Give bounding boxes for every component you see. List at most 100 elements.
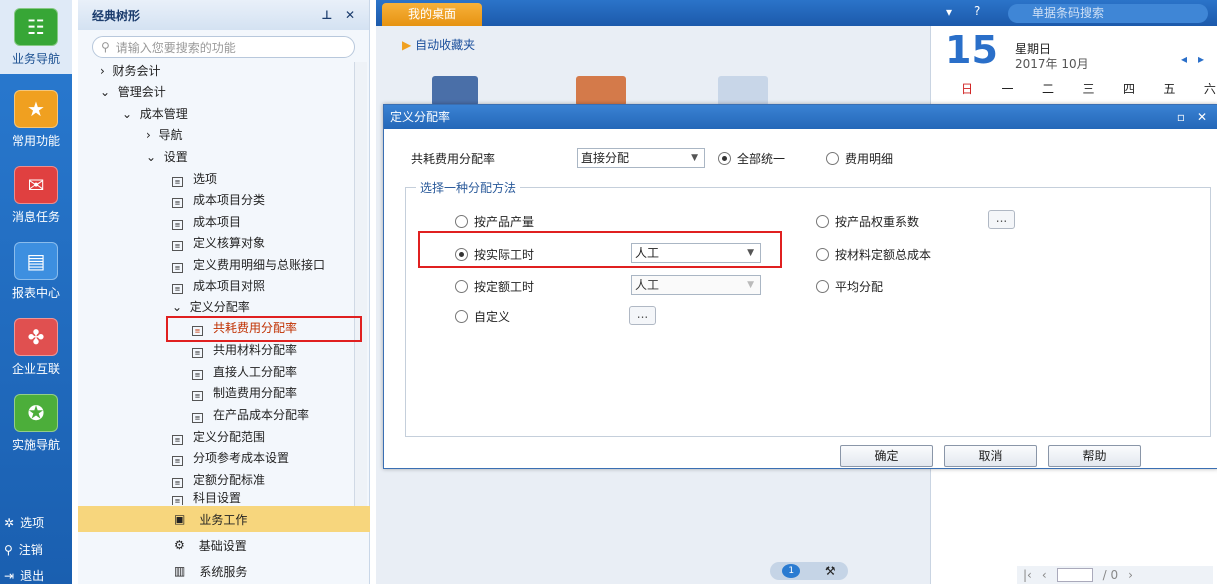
radio-dot xyxy=(455,280,468,293)
tree-item-material-rate[interactable]: ≡ 共用材料分配率 xyxy=(192,340,297,361)
tree-item-accounting-object[interactable]: ≡ 定义核算对象 xyxy=(172,233,265,254)
tree-item-settings[interactable]: ⌄ 设置 xyxy=(146,147,188,168)
maximize-icon[interactable]: ▫ xyxy=(1177,105,1185,129)
custom-ellipsis-button[interactable]: ... xyxy=(629,306,656,325)
cancel-button[interactable]: 取消 xyxy=(944,445,1037,467)
tree-item-finance[interactable]: › 财务会计 xyxy=(100,61,160,82)
calendar-month: 2017年 10月 xyxy=(1015,57,1089,71)
radio-dot xyxy=(455,310,468,323)
menu-label: 业务工作 xyxy=(199,512,248,527)
radio-all-unified[interactable]: 全部统一 xyxy=(718,150,785,167)
tree-item-cost-item[interactable]: ≡ 成本项目 xyxy=(172,212,241,233)
tree-item-expense-detail[interactable]: ≡ 定义费用明细与总账接口 xyxy=(172,255,348,276)
leaf-icon: ≡ xyxy=(172,478,183,488)
dialog-titlebar: 定义分配率 ▫ ✕ xyxy=(384,105,1217,129)
tree-scrollbar[interactable] xyxy=(354,62,367,506)
wrench-icon[interactable]: ⚒ xyxy=(825,564,836,578)
weekday-tue: 二 xyxy=(1041,82,1054,96)
menu-basic-settings[interactable]: ⚙ 基础设置 xyxy=(78,532,370,558)
tree-item-mgmt-accounting[interactable]: ⌄ 管理会计 xyxy=(100,82,166,103)
exit-label: 退出 xyxy=(20,569,45,583)
tree-header: 经典树形 ⊥ ✕ xyxy=(78,0,369,30)
radio-label: 费用明细 xyxy=(845,152,894,166)
ok-button[interactable]: 确定 xyxy=(840,445,933,467)
collapse-arrow-icon: ⌄ xyxy=(146,150,157,164)
close-icon[interactable]: ✕ xyxy=(1197,105,1207,129)
leaf-icon: ≡ xyxy=(172,241,183,251)
document-icon[interactable] xyxy=(718,76,768,106)
shared-rate-select[interactable]: 直接分配 ▼ xyxy=(577,148,705,168)
radio-by-material-quota[interactable]: 按材料定额总成本 xyxy=(816,246,931,263)
menu-system-service[interactable]: ▥ 系统服务 xyxy=(78,558,370,584)
page-input[interactable] xyxy=(1056,568,1093,582)
radio-custom[interactable]: 自定义 xyxy=(455,308,510,325)
help-button[interactable]: 帮助 xyxy=(1048,445,1141,467)
tab-my-desktop[interactable]: 我的桌面 xyxy=(382,3,482,26)
next-page-icon[interactable]: › xyxy=(1128,568,1133,582)
dropdown-icon[interactable]: ▾ xyxy=(946,5,952,19)
rail-enterprise-link[interactable]: ✤ 企业互联 xyxy=(0,310,72,384)
favorites-label[interactable]: ▶ 自动收藏夹 xyxy=(402,36,475,53)
pin-icon[interactable]: ⊥ xyxy=(321,8,332,22)
search-placeholder: 单据条码搜索 xyxy=(1032,6,1105,20)
tree-item-cost-mapping[interactable]: ≡ 成本项目对照 xyxy=(172,276,265,297)
radio-by-weight[interactable]: 按产品权重系数 xyxy=(816,213,919,230)
tree-item-quota-standard[interactable]: ≡ 定额分配标准 xyxy=(172,470,265,491)
tree-label: 定额分配标准 xyxy=(193,473,266,487)
options-button[interactable]: ✲ 选项 xyxy=(4,514,44,531)
logout-button[interactable]: ⚲ 注销 xyxy=(4,541,43,558)
page-1-dot[interactable]: 1 xyxy=(782,564,801,578)
tree-item-cost-mgmt[interactable]: ⌄ 成本管理 xyxy=(122,104,188,125)
radio-by-output[interactable]: 按产品产量 xyxy=(455,213,534,230)
rail-common-functions[interactable]: ★ 常用功能 xyxy=(0,82,72,156)
weekday-fri: 五 xyxy=(1163,82,1176,96)
tree-item-define-rate[interactable]: ⌄ 定义分配率 xyxy=(172,297,250,318)
define-rate-dialog: 定义分配率 ▫ ✕ 共耗费用分配率 直接分配 ▼ 全部统一 费用明细 选择一种分配… xyxy=(383,104,1217,469)
tree-label: 直接人工分配率 xyxy=(213,365,298,379)
tree-label: 财务会计 xyxy=(112,64,161,78)
tree-item-ref-cost[interactable]: ≡ 分项参考成本设置 xyxy=(172,448,289,469)
clipboard-icon[interactable] xyxy=(576,76,626,106)
key-icon: ⚲ xyxy=(4,542,13,557)
first-page-icon[interactable]: |‹ xyxy=(1023,568,1032,582)
rail-reports[interactable]: ▤ 报表中心 xyxy=(0,234,72,308)
highlight-tree-item xyxy=(166,316,362,342)
tree-item-cost-category[interactable]: ≡ 成本项目分类 xyxy=(172,190,265,211)
radio-by-quota-hours[interactable]: 按定额工时 xyxy=(455,278,534,295)
menu-label: 基础设置 xyxy=(198,538,247,553)
tree-item-labor-rate[interactable]: ≡ 直接人工分配率 xyxy=(192,362,297,383)
weight-ellipsis-button[interactable]: ... xyxy=(988,210,1015,229)
rail-business-nav[interactable]: ☷ 业务导航 xyxy=(0,0,72,74)
exit-button[interactable]: ⇥ 退出 xyxy=(4,567,44,584)
prev-page-icon[interactable]: ‹ xyxy=(1042,568,1047,582)
collapse-arrow-icon: ⌄ xyxy=(100,85,111,99)
tree-item-nav[interactable]: › 导航 xyxy=(146,125,182,146)
gear-icon: ⚙ xyxy=(174,538,185,552)
radio-expense-detail[interactable]: 费用明细 xyxy=(826,150,893,167)
tree-label: 成本项目对照 xyxy=(193,279,266,293)
tree-item-account-settings[interactable]: ≡ 科目设置 xyxy=(172,491,241,505)
radio-dot xyxy=(816,280,829,293)
next-month-icon[interactable]: ▸ xyxy=(1198,52,1204,66)
radio-label: 全部统一 xyxy=(737,152,786,166)
options-label: 选项 xyxy=(20,516,45,530)
logout-label: 注销 xyxy=(18,543,43,557)
rail-messages[interactable]: ✉ 消息任务 xyxy=(0,158,72,232)
search-input[interactable]: ⚲ 请输入您要搜索的功能 xyxy=(92,36,355,58)
close-icon[interactable]: ✕ xyxy=(345,8,355,22)
tree-item-wip-rate[interactable]: ≡ 在产品成本分配率 xyxy=(192,405,309,426)
rail-label: 业务导航 xyxy=(11,52,60,66)
menu-business-work[interactable]: ▣ 业务工作 xyxy=(78,506,370,532)
quota-hours-select[interactable]: 人工 ▼ xyxy=(631,275,761,295)
barcode-search-input[interactable]: 单据条码搜索 xyxy=(1008,4,1208,23)
desktop-shortcut-icon[interactable] xyxy=(432,76,478,106)
prev-month-icon[interactable]: ◂ xyxy=(1181,52,1187,66)
tree-item-range[interactable]: ≡ 定义分配范围 xyxy=(172,427,265,448)
radio-average[interactable]: 平均分配 xyxy=(816,278,883,295)
rail-implementation[interactable]: ✪ 实施导航 xyxy=(0,386,72,460)
server-icon: ▥ xyxy=(174,564,186,578)
mail-icon: ✉ xyxy=(14,166,58,204)
tree-item-options[interactable]: ≡ 选项 xyxy=(172,169,217,190)
tree-item-overhead-rate[interactable]: ≡ 制造费用分配率 xyxy=(192,383,297,404)
help-icon[interactable]: ? xyxy=(974,4,980,18)
